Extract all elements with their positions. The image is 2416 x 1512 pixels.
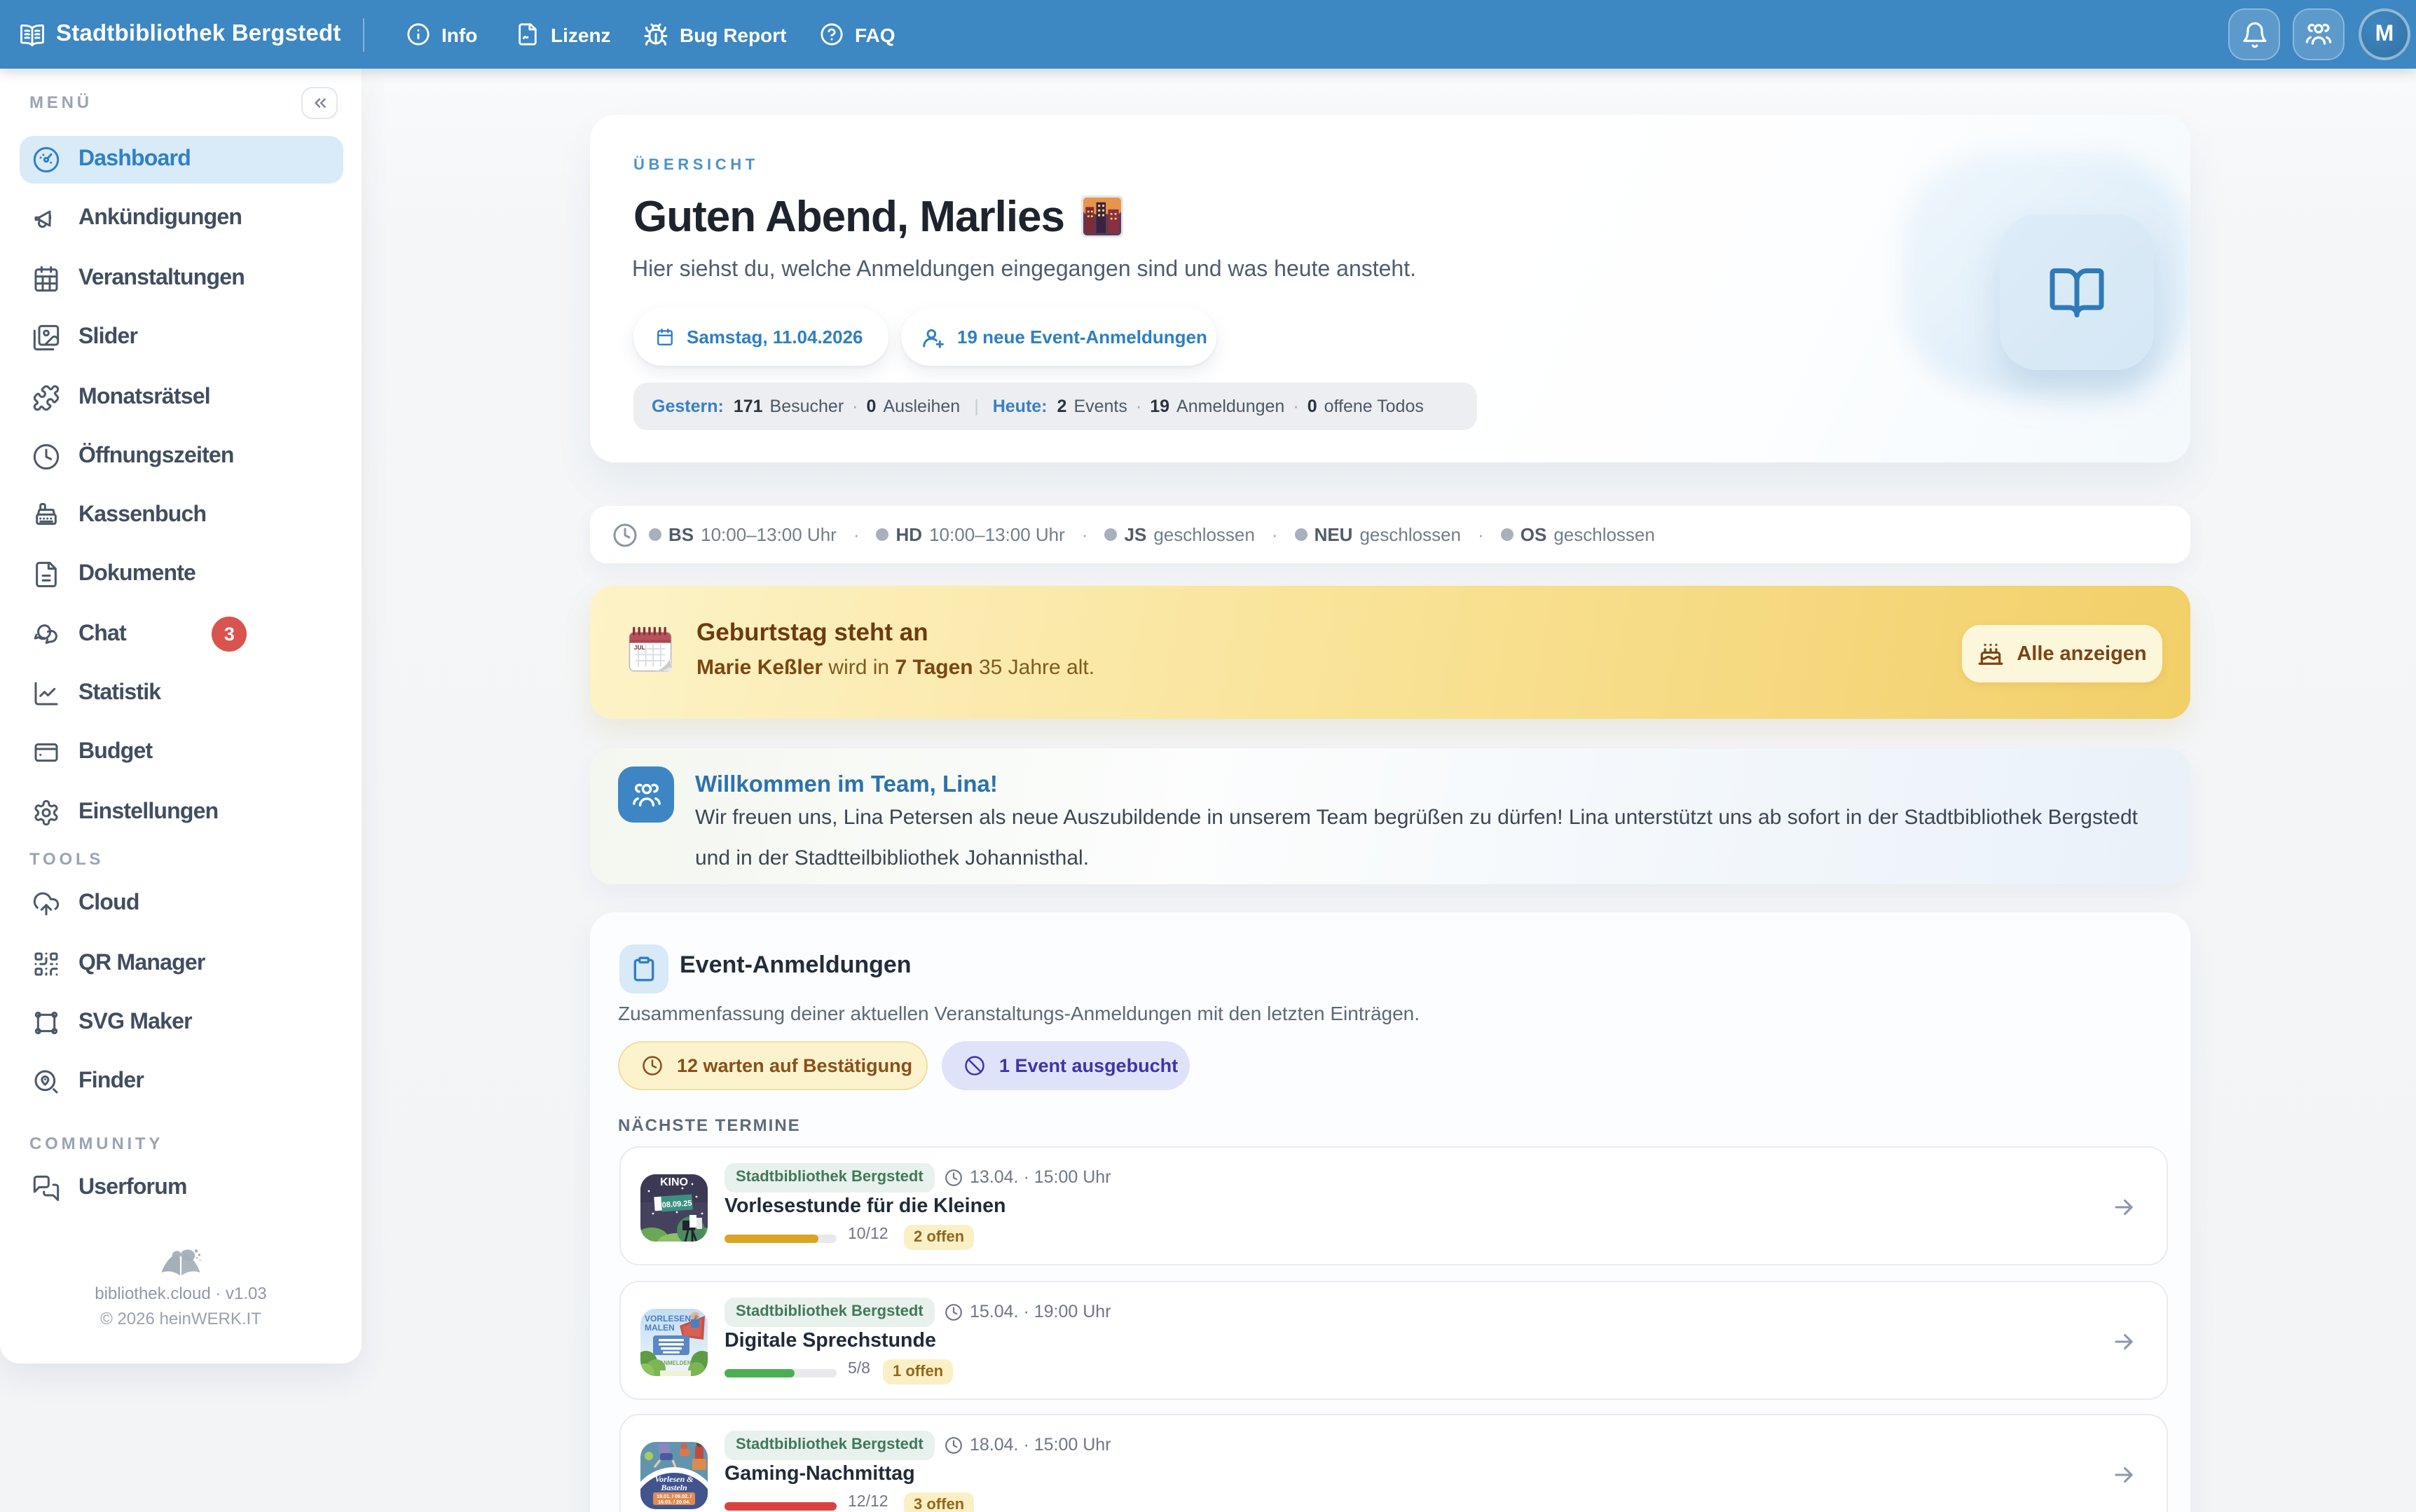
svg-text:VORLESEN &: VORLESEN & bbox=[645, 1314, 699, 1324]
svg-text:16.03. / 20.04.: 16.03. / 20.04. bbox=[658, 1499, 690, 1505]
svg-text:MALEN: MALEN bbox=[645, 1323, 675, 1333]
svg-text:ANMELDEN: ANMELDEN bbox=[659, 1360, 692, 1366]
svg-text:JUL: JUL bbox=[634, 644, 645, 651]
svg-text:KINO: KINO bbox=[660, 1176, 688, 1188]
svg-text:Basteln: Basteln bbox=[660, 1483, 687, 1492]
